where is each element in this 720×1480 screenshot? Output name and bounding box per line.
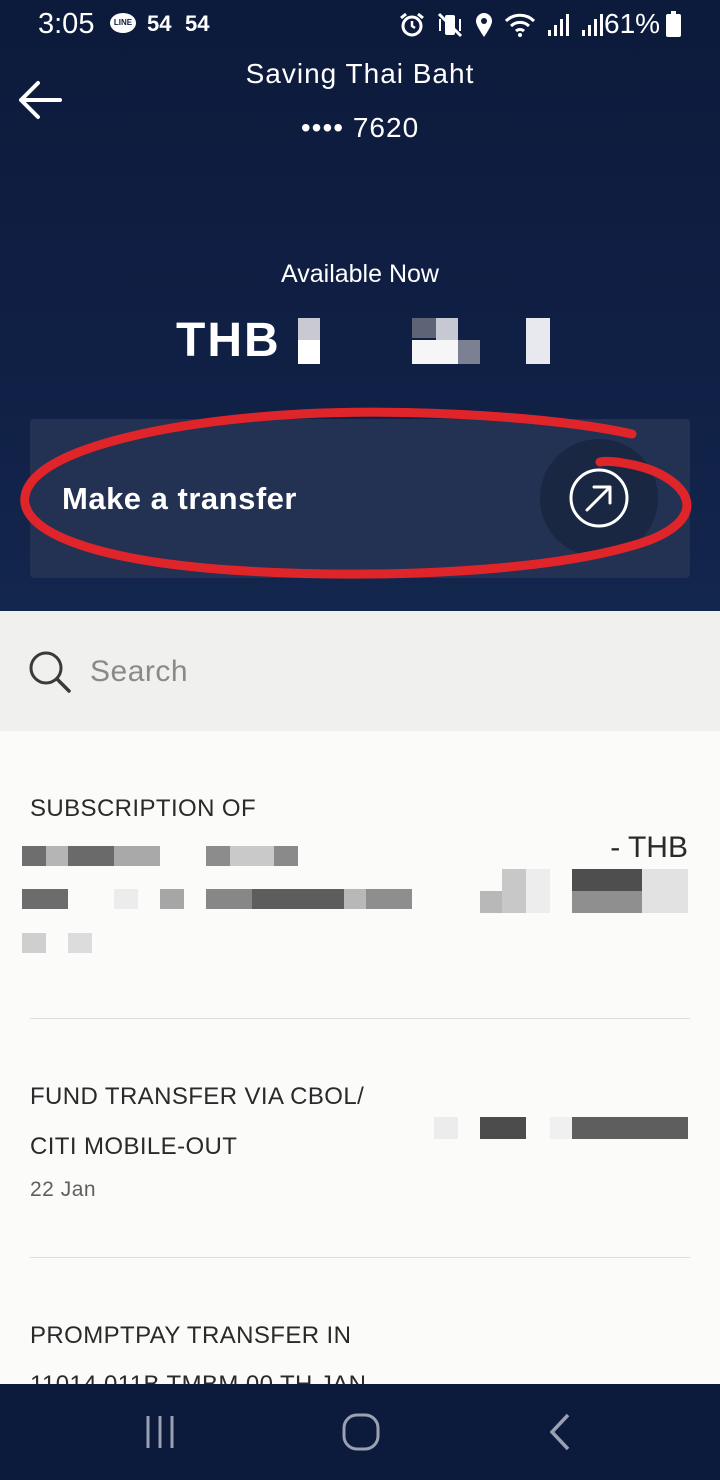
balance-currency: THB bbox=[176, 313, 281, 367]
search-placeholder: Search bbox=[90, 655, 189, 688]
transaction-title: SUBSCRIPTION OF bbox=[30, 795, 257, 822]
transaction-title: FUND TRANSFER VIA CBOL/ bbox=[30, 1083, 365, 1110]
status-bar: 3:05 LINE 54 54 61% bbox=[0, 0, 720, 52]
account-header: 3:05 LINE 54 54 61% Saving Thai Baht •••… bbox=[0, 0, 720, 611]
home-icon[interactable] bbox=[340, 1412, 382, 1452]
battery-percent: 61% bbox=[604, 8, 661, 39]
signal-icon bbox=[548, 14, 569, 36]
make-transfer-button[interactable]: Make a transfer bbox=[30, 419, 690, 578]
divider bbox=[30, 1257, 690, 1258]
account-title: Saving Thai Baht bbox=[245, 58, 475, 89]
battery-icon bbox=[666, 11, 681, 37]
make-transfer-label: Make a transfer bbox=[62, 481, 297, 516]
divider bbox=[30, 1018, 690, 1019]
available-label: Available Now bbox=[281, 260, 439, 288]
line-app-icon: LINE bbox=[110, 13, 136, 33]
search-icon bbox=[29, 651, 71, 693]
location-icon bbox=[476, 13, 492, 37]
transaction-list: SUBSCRIPTION OF - THB FUND TRANSFER VIA … bbox=[0, 731, 720, 1384]
transaction-amount: - THB bbox=[610, 831, 688, 864]
signal-icon bbox=[582, 14, 603, 36]
system-nav-bar bbox=[0, 1384, 720, 1480]
transaction-title: PROMPTPAY TRANSFER IN bbox=[30, 1322, 352, 1349]
transfer-icon-button[interactable] bbox=[540, 439, 658, 557]
search-input[interactable]: Search bbox=[0, 611, 720, 731]
wifi-icon bbox=[504, 13, 536, 37]
arrow-up-right-circle-icon bbox=[569, 468, 629, 528]
transaction-title-line2: CITI MOBILE-OUT bbox=[30, 1133, 238, 1160]
recent-apps-icon[interactable] bbox=[142, 1412, 178, 1452]
transaction-subtitle: 11014 011B TMBM 00 TH JAN bbox=[30, 1371, 366, 1384]
notification-count: 54 bbox=[147, 11, 172, 36]
account-number: •••• 7620 bbox=[300, 112, 420, 143]
transaction-date: 22 Jan bbox=[30, 1178, 97, 1201]
available-balance: THB bbox=[176, 310, 303, 370]
alarm-icon bbox=[400, 12, 424, 37]
status-time: 3:05 bbox=[38, 8, 95, 40]
vibrate-mute-icon bbox=[437, 12, 463, 38]
notification-count: 54 bbox=[185, 11, 210, 36]
back-icon[interactable] bbox=[544, 1412, 576, 1452]
